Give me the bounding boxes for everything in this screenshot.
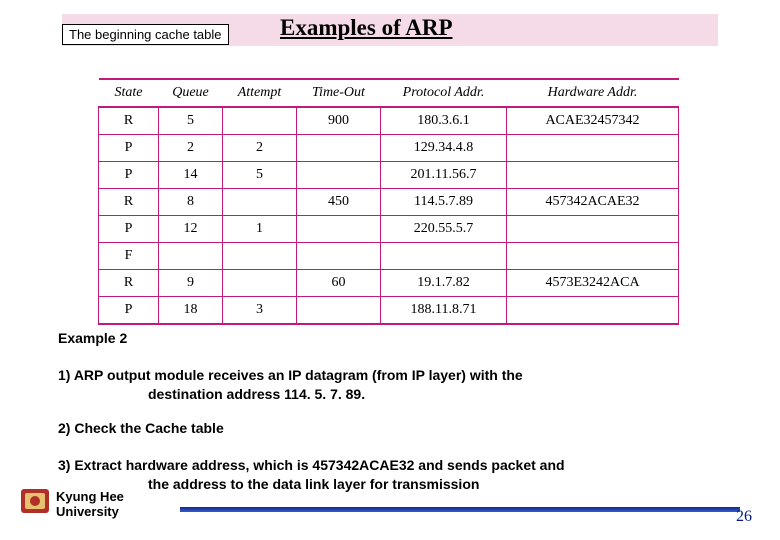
point-1-line2: destination address 114. 5. 7. 89.: [148, 385, 740, 404]
cell-proto: 180.3.6.1: [381, 107, 507, 135]
cell-queue: 14: [159, 162, 223, 189]
cell-state: F: [99, 243, 159, 270]
col-state: State: [99, 79, 159, 107]
table-header-row: State Queue Attempt Time-Out Protocol Ad…: [99, 79, 679, 107]
cell-hw: 457342ACAE32: [507, 189, 679, 216]
cell-hw: [507, 162, 679, 189]
cell-queue: 9: [159, 270, 223, 297]
point-1: 1) ARP output module receives an IP data…: [58, 366, 740, 404]
col-attempt: Attempt: [223, 79, 297, 107]
table-row: R 8 450 114.5.7.89 457342ACAE32: [99, 189, 679, 216]
cell-queue: 2: [159, 135, 223, 162]
cell-hw: [507, 216, 679, 243]
subtitle-box: The beginning cache table: [62, 24, 229, 45]
point-3-line1: 3) Extract hardware address, which is 45…: [58, 457, 565, 473]
cell-queue: 8: [159, 189, 223, 216]
table-row: F: [99, 243, 679, 270]
cell-state: P: [99, 162, 159, 189]
cell-hw: [507, 297, 679, 325]
cell-state: P: [99, 216, 159, 243]
col-proto: Protocol Addr.: [381, 79, 507, 107]
table-row: P 18 3 188.11.8.71: [99, 297, 679, 325]
cell-attempt: 5: [223, 162, 297, 189]
university-logo-icon: [20, 488, 50, 514]
cell-attempt: 3: [223, 297, 297, 325]
col-timeout: Time-Out: [297, 79, 381, 107]
cell-attempt: [223, 270, 297, 297]
cell-hw: ACAE32457342: [507, 107, 679, 135]
cell-queue: 5: [159, 107, 223, 135]
university-name-line1: Kyung Hee: [56, 489, 124, 504]
page-number: 26: [736, 508, 752, 526]
cell-proto: 220.55.5.7: [381, 216, 507, 243]
example-label: Example 2: [58, 330, 127, 346]
university-name-line2: University: [56, 504, 119, 519]
cell-timeout: [297, 162, 381, 189]
cell-attempt: [223, 189, 297, 216]
table-row: R 5 900 180.3.6.1 ACAE32457342: [99, 107, 679, 135]
cell-state: R: [99, 107, 159, 135]
cell-attempt: [223, 107, 297, 135]
point-2: 2) Check the Cache table: [58, 420, 224, 436]
table-row: P 12 1 220.55.5.7: [99, 216, 679, 243]
cell-attempt: [223, 243, 297, 270]
cell-hw: [507, 135, 679, 162]
cell-timeout: [297, 297, 381, 325]
cell-attempt: 1: [223, 216, 297, 243]
cell-state: P: [99, 135, 159, 162]
slide-title: Examples of ARP: [280, 15, 453, 41]
cell-timeout: [297, 216, 381, 243]
cell-attempt: 2: [223, 135, 297, 162]
cell-state: R: [99, 189, 159, 216]
point-3: 3) Extract hardware address, which is 45…: [58, 456, 740, 494]
cell-queue: 18: [159, 297, 223, 325]
col-queue: Queue: [159, 79, 223, 107]
university-name: Kyung Hee University: [56, 490, 124, 520]
cell-state: P: [99, 297, 159, 325]
cell-proto: 114.5.7.89: [381, 189, 507, 216]
table-row: R 9 60 19.1.7.82 4573E3242ACA: [99, 270, 679, 297]
cache-table: State Queue Attempt Time-Out Protocol Ad…: [98, 78, 679, 325]
cell-state: R: [99, 270, 159, 297]
cell-proto: 19.1.7.82: [381, 270, 507, 297]
cell-timeout: [297, 243, 381, 270]
cell-hw: [507, 243, 679, 270]
point-1-line1: 1) ARP output module receives an IP data…: [58, 367, 523, 383]
cell-queue: 12: [159, 216, 223, 243]
cell-timeout: 450: [297, 189, 381, 216]
cell-proto: [381, 243, 507, 270]
cell-queue: [159, 243, 223, 270]
cell-proto: 129.34.4.8: [381, 135, 507, 162]
cell-proto: 188.11.8.71: [381, 297, 507, 325]
table-row: P 14 5 201.11.56.7: [99, 162, 679, 189]
cell-timeout: 60: [297, 270, 381, 297]
cell-hw: 4573E3242ACA: [507, 270, 679, 297]
footer-divider: [180, 507, 740, 512]
col-hw: Hardware Addr.: [507, 79, 679, 107]
cell-proto: 201.11.56.7: [381, 162, 507, 189]
cell-timeout: [297, 135, 381, 162]
table-row: P 2 2 129.34.4.8: [99, 135, 679, 162]
cell-timeout: 900: [297, 107, 381, 135]
point-3-line2: the address to the data link layer for t…: [148, 475, 740, 494]
